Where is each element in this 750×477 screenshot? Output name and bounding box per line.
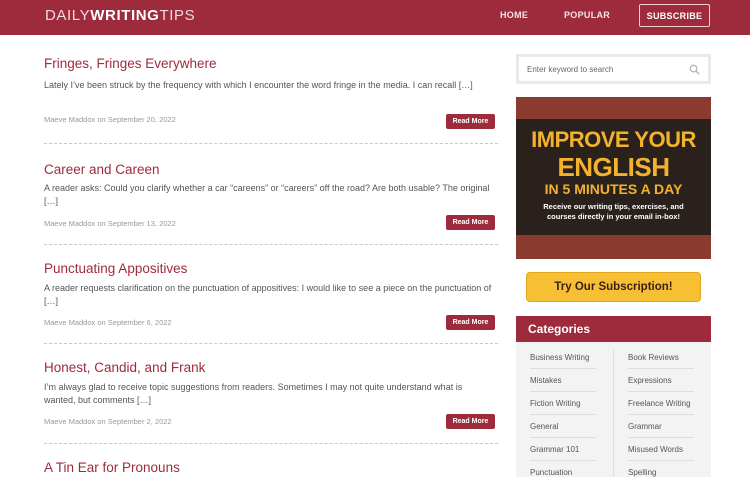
category-link[interactable]: Punctuation [530,461,596,477]
category-link[interactable]: Business Writing [530,346,596,369]
post-meta: Maeve Maddox on September 13, 2022 [44,219,176,228]
post-meta: Maeve Maddox on September 20, 2022 [44,115,176,124]
category-link[interactable]: Misused Words [628,438,694,461]
search-input[interactable] [519,57,679,81]
logo-text-tips: TIPS [159,7,196,24]
read-more-button[interactable]: Read More [446,414,495,429]
post-meta: Maeve Maddox on September 6, 2022 [44,318,172,327]
promo-banner[interactable]: IMPROVE YOUR ENGLISH IN 5 MINUTES A DAY … [516,97,711,259]
post-title-link[interactable]: Honest, Candid, and Frank [44,360,205,375]
post-item: Fringes, Fringes Everywhere Lately I’ve … [44,56,498,144]
category-link[interactable]: Fiction Writing [530,392,596,415]
post-item: Honest, Candid, and Frank I’m always gla… [44,360,498,444]
post-excerpt: I’m always glad to receive topic suggest… [44,382,463,405]
post-excerpt: A reader requests clarification on the p… [44,283,492,306]
post-item: Career and Careen A reader asks: Could y… [44,162,498,245]
nav-popular-link[interactable]: POPULAR [564,10,610,20]
categories-heading: Categories [516,316,711,342]
logo-text-writing: WRITING [90,7,160,24]
read-more-button[interactable]: Read More [446,315,495,330]
read-more-button[interactable]: Read More [446,114,495,129]
category-link[interactable]: Grammar 101 [530,438,596,461]
post-excerpt: Lately I’ve been struck by the frequency… [44,80,473,90]
try-subscription-button[interactable]: Try Our Subscription! [526,272,701,302]
promo-headline-2: ENGLISH [557,152,670,182]
nav-home-link[interactable]: HOME [500,10,528,20]
post-title-link[interactable]: A Tin Ear for Pronouns [44,460,180,475]
post-title-link[interactable]: Fringes, Fringes Everywhere [44,56,217,71]
site-header: DAILYWRITINGTIPS HOME POPULAR SUBSCRIBE [0,0,750,35]
logo-text-daily: DAILY [45,7,91,24]
category-link[interactable]: Grammar [628,415,694,438]
post-excerpt: A reader asks: Could you clarify whether… [44,183,490,206]
nav-subscribe-button[interactable]: SUBSCRIBE [639,4,710,27]
category-link[interactable]: Freelance Writing [628,392,694,415]
category-link[interactable]: General [530,415,596,438]
read-more-button[interactable]: Read More [446,215,495,230]
post-meta: Maeve Maddox on September 2, 2022 [44,417,172,426]
categories-divider [613,350,614,477]
search-icon[interactable] [689,64,700,75]
category-link[interactable]: Mistakes [530,369,596,392]
site-logo[interactable]: DAILYWRITINGTIPS [45,7,195,24]
post-item: A Tin Ear for Pronouns [44,460,498,477]
post-title-link[interactable]: Career and Careen [44,162,160,177]
category-link[interactable]: Book Reviews [628,346,694,369]
search-field-wrapper [519,57,708,81]
promo-copy: Receive our writing tips, exercises, and… [543,202,684,221]
promo-headline-3: IN 5 MINUTES A DAY [544,181,683,197]
category-link[interactable]: Expressions [628,369,694,392]
post-title-link[interactable]: Punctuating Appositives [44,261,187,276]
post-item: Punctuating Appositives A reader request… [44,261,498,344]
promo-headline-1: IMPROVE YOUR [531,127,696,152]
search-box [516,54,711,84]
category-link[interactable]: Spelling [628,461,694,477]
